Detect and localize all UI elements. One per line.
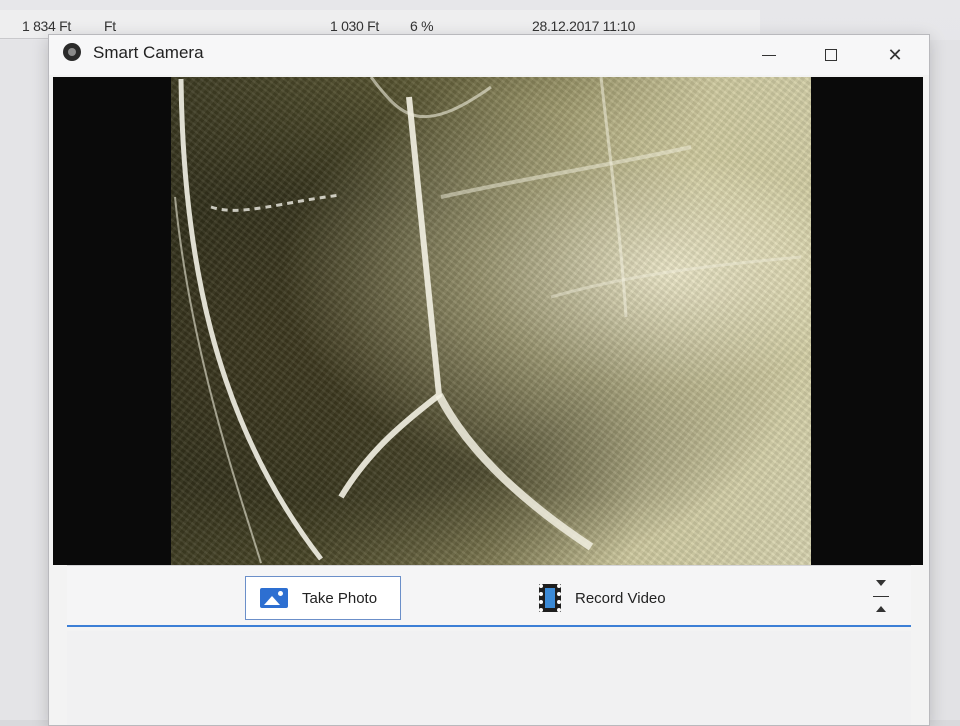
arrow-down-icon	[876, 580, 886, 586]
lower-panel	[67, 631, 911, 725]
background-panel-left	[0, 40, 48, 720]
arrow-up-icon	[876, 606, 886, 612]
film-icon	[539, 584, 561, 612]
maximize-button[interactable]	[811, 39, 851, 71]
record-video-label: Record Video	[575, 589, 666, 607]
collapse-toggle-icon[interactable]	[871, 580, 891, 612]
take-photo-button[interactable]: Take Photo	[245, 576, 401, 620]
take-photo-label: Take Photo	[302, 589, 378, 607]
camera-icon	[63, 43, 81, 61]
divider-line	[873, 595, 889, 597]
minimize-icon	[762, 54, 776, 56]
background-cell: Ft	[104, 18, 116, 34]
window-title: Smart Camera	[93, 43, 204, 62]
accent-divider	[67, 625, 911, 627]
camera-preview-frame	[53, 77, 923, 565]
background-cell: 28.12.2017 11:10	[532, 18, 636, 34]
background-cell: 1 030 Ft	[330, 18, 379, 34]
camera-live-feed[interactable]	[171, 77, 811, 565]
minimize-button[interactable]	[749, 39, 789, 71]
background-panel-right	[928, 40, 960, 720]
close-icon: ✕	[887, 44, 903, 65]
maximize-icon	[825, 49, 837, 61]
background-cell: 1 834 Ft	[22, 18, 71, 34]
record-video-button[interactable]: Record Video	[525, 576, 695, 620]
title-bar[interactable]: Smart Camera ✕	[49, 35, 929, 75]
picture-icon	[260, 588, 288, 608]
close-button[interactable]: ✕	[875, 39, 915, 71]
background-cell: 6 %	[410, 18, 434, 34]
feed-scratch-lines	[174, 77, 802, 564]
capture-toolbar: Take Photo Record Video	[67, 565, 911, 626]
smart-camera-window: Smart Camera ✕ Take Photo Record Video	[48, 34, 930, 726]
